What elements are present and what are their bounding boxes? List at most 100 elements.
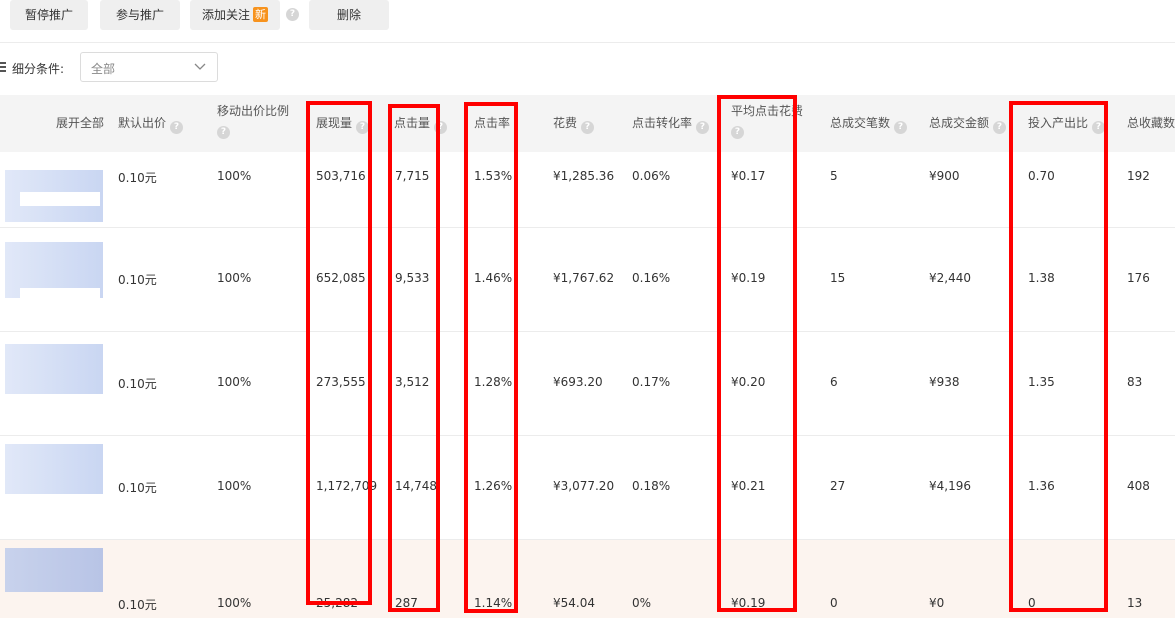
- header-clicks[interactable]: 点击量?: [394, 115, 448, 134]
- help-icon[interactable]: ?: [286, 8, 299, 21]
- cell-gmv: ¥938: [929, 375, 960, 389]
- header-label: 展现量: [316, 116, 353, 130]
- help-icon[interactable]: ?: [1092, 121, 1106, 134]
- chevron-down-icon: [194, 63, 206, 70]
- table-row: 0.10元 100% 25,282 287 1.14% ¥54.04 0% ¥0…: [0, 540, 1175, 618]
- add-follow-label: 添加关注: [201, 8, 250, 22]
- cell-roi: 1.36: [1028, 479, 1055, 493]
- help-icon[interactable]: ?: [993, 121, 1007, 134]
- table-row: 0.10元 100% 652,085 9,533 1.46% ¥1,767.62…: [0, 228, 1175, 332]
- cell-cost: ¥54.04: [553, 596, 595, 610]
- cell-favorites: 176: [1127, 271, 1150, 285]
- cell-roi: 0: [1028, 596, 1036, 610]
- delete-button[interactable]: 删除: [309, 0, 389, 30]
- cell-avg-cpc: ¥0.21: [731, 479, 766, 493]
- header-label: 点击率: [474, 116, 511, 130]
- cell-orders: 27: [830, 479, 846, 493]
- filter-icon: [0, 62, 6, 72]
- header-label: 总成交金额: [929, 116, 990, 130]
- help-icon[interactable]: ?: [170, 121, 184, 134]
- header-favorites[interactable]: 总收藏数: [1127, 115, 1175, 132]
- filter-select[interactable]: 全部: [80, 52, 218, 82]
- cell-clicks: 287: [395, 596, 418, 610]
- cell-cvr: 0.17%: [632, 375, 671, 389]
- header-label: 点击量: [394, 116, 431, 130]
- cell-impressions: 273,555: [316, 375, 366, 389]
- item-thumbnail[interactable]: [5, 344, 103, 394]
- cell-gmv: ¥2,440: [929, 271, 971, 285]
- cell-orders: 0: [830, 596, 838, 610]
- header-default-bid: 默认出价?: [118, 115, 184, 134]
- filter-label: 细分条件:: [12, 62, 65, 76]
- cell-clicks: 7,715: [395, 169, 430, 183]
- header-label: 花费: [553, 116, 578, 130]
- header-avg-cpc[interactable]: 平均点击花费?: [731, 103, 813, 139]
- help-icon[interactable]: ?: [731, 126, 744, 139]
- cell-favorites: 192: [1127, 169, 1150, 183]
- cell-gmv: ¥900: [929, 169, 960, 183]
- cell-default-bid[interactable]: 0.10元: [118, 375, 157, 392]
- cell-default-bid[interactable]: 0.10元: [118, 596, 157, 613]
- header-roi[interactable]: 投入产出比?: [1028, 115, 1106, 134]
- cell-mobile-ratio: 100%: [217, 479, 252, 493]
- cell-orders: 5: [830, 169, 838, 183]
- cell-default-bid[interactable]: 0.10元: [118, 479, 157, 496]
- cell-mobile-ratio: 100%: [217, 375, 252, 389]
- help-icon[interactable]: ?: [217, 126, 230, 139]
- cell-ctr: 1.28%: [474, 375, 513, 389]
- cell-roi: 1.35: [1028, 375, 1055, 389]
- cell-ctr: 1.46%: [474, 271, 513, 285]
- join-promotion-button[interactable]: 参与推广: [100, 0, 180, 30]
- help-icon[interactable]: ?: [356, 121, 370, 134]
- help-icon[interactable]: ?: [434, 121, 448, 134]
- cell-favorites: 408: [1127, 479, 1150, 493]
- item-thumbnail[interactable]: [5, 548, 103, 592]
- cell-mobile-ratio: 100%: [217, 169, 252, 183]
- header-label: 默认出价: [118, 116, 167, 130]
- cell-gmv: ¥0: [929, 596, 945, 610]
- redaction: [20, 192, 100, 206]
- cell-avg-cpc: ¥0.19: [731, 596, 766, 610]
- header-label: 总收藏数: [1127, 116, 1175, 130]
- header-cost[interactable]: 花费?: [553, 115, 595, 134]
- table-header: 展开全部 默认出价? 移动出价比例? 展现量? 点击量? 点击率 花费? 点击转…: [0, 95, 1175, 152]
- header-ctr[interactable]: 点击率: [474, 115, 510, 132]
- table-row: 0.10元 100% 273,555 3,512 1.28% ¥693.20 0…: [0, 332, 1175, 436]
- cell-default-bid[interactable]: 0.10元: [118, 169, 157, 186]
- cell-ctr: 1.53%: [474, 169, 513, 183]
- add-follow-button[interactable]: 添加关注新: [190, 0, 280, 30]
- cell-cvr: 0.18%: [632, 479, 671, 493]
- header-label: 移动出价比例: [217, 104, 290, 118]
- help-icon[interactable]: ?: [696, 121, 710, 134]
- cell-ctr: 1.14%: [474, 596, 513, 610]
- item-thumbnail[interactable]: [5, 444, 103, 494]
- expand-all-link[interactable]: 展开全部: [56, 115, 104, 132]
- cell-roi: 1.38: [1028, 271, 1055, 285]
- pause-promotion-button[interactable]: 暂停推广: [10, 0, 88, 30]
- cell-ctr: 1.26%: [474, 479, 513, 493]
- header-label: 投入产出比: [1028, 116, 1089, 130]
- cell-cost: ¥1,767.62: [553, 271, 615, 285]
- help-icon[interactable]: ?: [894, 121, 908, 134]
- header-label: 点击转化率: [632, 116, 693, 130]
- help-icon[interactable]: ?: [581, 121, 595, 134]
- cell-default-bid[interactable]: 0.10元: [118, 271, 157, 288]
- cell-impressions: 652,085: [316, 271, 366, 285]
- table-row: 0.10元 100% 1,172,709 14,748 1.26% ¥3,077…: [0, 436, 1175, 540]
- cell-orders: 6: [830, 375, 838, 389]
- cell-favorites: 83: [1127, 375, 1143, 389]
- cell-avg-cpc: ¥0.17: [731, 169, 766, 183]
- cell-clicks: 9,533: [395, 271, 430, 285]
- redaction: [20, 288, 100, 306]
- header-impressions[interactable]: 展现量?: [316, 115, 370, 134]
- header-gmv[interactable]: 总成交金额?: [929, 115, 1007, 134]
- header-orders[interactable]: 总成交笔数?: [830, 115, 908, 134]
- cell-cvr: 0.16%: [632, 271, 671, 285]
- cell-favorites: 13: [1127, 596, 1143, 610]
- toolbar: 暂停推广 参与推广 添加关注新 ? 删除: [0, 0, 1175, 43]
- header-mobile-ratio: 移动出价比例?: [217, 103, 297, 139]
- cell-cvr: 0%: [632, 596, 652, 610]
- header-cvr[interactable]: 点击转化率?: [632, 115, 710, 134]
- cell-impressions: 25,282: [316, 596, 358, 610]
- cell-clicks: 3,512: [395, 375, 430, 389]
